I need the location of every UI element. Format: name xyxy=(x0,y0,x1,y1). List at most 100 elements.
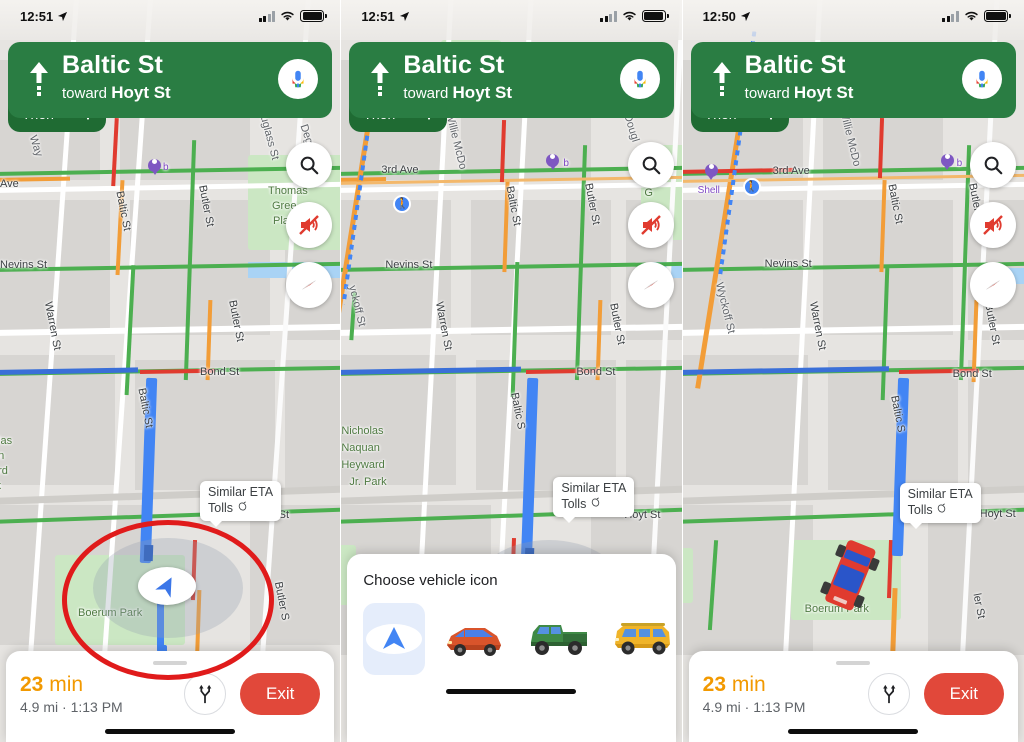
mute-button[interactable] xyxy=(969,202,1016,248)
wifi-icon xyxy=(281,11,295,21)
vehicle-option-arrow[interactable] xyxy=(363,603,426,675)
search-icon xyxy=(984,156,1003,175)
banner-street: Baltic St xyxy=(62,51,163,79)
assistant-mic-button[interactable] xyxy=(619,58,660,99)
toward-prefix: toward xyxy=(62,85,112,102)
mute-button[interactable] xyxy=(627,202,674,248)
straight-arrow-icon xyxy=(20,59,58,99)
banner-card[interactable]: Baltic St toward Hoyt St xyxy=(690,42,1016,118)
shell-poi-pin[interactable] xyxy=(704,160,718,180)
home-indicator xyxy=(446,689,577,694)
eta-detail: 4.9 mi · 1:13 PM xyxy=(20,699,123,715)
wifi-icon xyxy=(965,11,978,21)
status-time: 12:51 xyxy=(361,8,395,24)
vehicle-suv-icon xyxy=(615,623,671,655)
status-time: 12:51 xyxy=(20,8,54,24)
vehicle-options-list[interactable] xyxy=(363,603,671,675)
callout-line1: Similar ETA xyxy=(907,487,973,501)
trip-progress-sheet[interactable]: 23 min 4.9 mi · 1:13 PM Exit xyxy=(6,650,335,742)
banner-street: Baltic St xyxy=(744,51,846,79)
route-alternatives-icon xyxy=(199,684,212,704)
assistant-mic-icon xyxy=(976,70,988,87)
assistant-mic-icon xyxy=(292,70,304,87)
similar-eta-callout[interactable]: Similar ETA Tolls xyxy=(200,481,282,528)
toll-icon xyxy=(238,501,246,511)
banner-street: Baltic St xyxy=(403,51,505,79)
eta-unit: min xyxy=(731,672,766,696)
route-alternatives-button[interactable] xyxy=(867,672,910,715)
wifi-icon xyxy=(622,11,636,21)
similar-eta-callout[interactable]: Similar ETA Tolls xyxy=(899,483,981,530)
status-bar: 12:51 xyxy=(341,0,681,32)
eta-block: 23 min 4.9 mi · 1:13 PM xyxy=(20,673,184,715)
banner-toward: toward Hoyt St xyxy=(745,80,962,106)
navigation-banner[interactable]: Then Baltic St toward Hoyt St xyxy=(8,42,333,132)
vehicle-option-suv[interactable] xyxy=(609,603,677,675)
route-alternatives-icon xyxy=(882,684,895,704)
map-controls[interactable] xyxy=(286,142,333,308)
search-icon xyxy=(300,156,319,175)
vehicle-option-pickup[interactable] xyxy=(525,603,593,675)
trip-progress-sheet[interactable]: 23 min 4.9 mi · 1:13 PM Exit xyxy=(688,650,1018,742)
compass-icon xyxy=(644,280,658,290)
sheet-grabber[interactable] xyxy=(153,660,188,665)
cellular-signal-icon xyxy=(942,10,959,22)
search-button[interactable] xyxy=(286,142,333,188)
status-bar: 12:51 xyxy=(0,0,340,32)
compass-button[interactable] xyxy=(969,262,1016,308)
mute-button[interactable] xyxy=(286,202,333,248)
navigation-banner[interactable]: Then Baltic St toward Hoyt St xyxy=(349,42,674,132)
home-indicator xyxy=(788,729,919,734)
straight-arrow-icon xyxy=(703,59,741,99)
eta-detail: 4.9 mi · 1:13 PM xyxy=(702,699,806,715)
banner-toward: toward Hoyt St xyxy=(403,80,619,106)
battery-icon xyxy=(641,10,669,22)
panel-vehicle-picker: 3rd Ave Baltic St Butler St Nevins St Wa… xyxy=(341,0,683,742)
toward-street: Hoyt St xyxy=(793,83,854,102)
compass-button[interactable] xyxy=(286,262,333,308)
banner-text: Baltic St toward Hoyt St xyxy=(399,52,619,106)
callout-line2: Tolls xyxy=(907,502,933,517)
sheet-grabber[interactable] xyxy=(836,660,871,665)
eta-block: 23 min 4.9 mi · 1:13 PM xyxy=(703,673,868,715)
vehicle-picker-title: Choose vehicle icon xyxy=(363,572,498,589)
vehicle-picker-sheet[interactable]: Choose vehicle icon xyxy=(347,554,676,742)
exit-navigation-button[interactable]: Exit xyxy=(239,672,321,715)
map-poi-pin[interactable] xyxy=(940,150,954,170)
battery-icon xyxy=(300,10,328,22)
panel-car-icon-applied: 3rd Ave Shell Baltic St Butler St Nevins… xyxy=(682,0,1024,742)
assistant-mic-button[interactable] xyxy=(278,58,319,99)
search-button[interactable] xyxy=(969,142,1016,188)
status-time: 12:50 xyxy=(702,8,736,24)
toll-icon xyxy=(937,503,946,513)
banner-card[interactable]: Baltic St toward Hoyt St xyxy=(8,42,333,118)
compass-button[interactable] xyxy=(627,262,674,308)
map-controls[interactable] xyxy=(627,142,674,308)
cellular-signal-icon xyxy=(600,10,617,22)
map-poi-pin[interactable] xyxy=(148,155,161,175)
toward-prefix: toward xyxy=(403,85,453,102)
status-bar: 12:50 xyxy=(683,0,1024,32)
battery-icon xyxy=(983,10,1011,22)
vehicle-option-sedan[interactable] xyxy=(441,603,509,675)
route-alternatives-button[interactable] xyxy=(183,672,226,715)
banner-toward: toward Hoyt St xyxy=(62,80,278,106)
pedestrian-icon[interactable]: 🚶 xyxy=(742,178,761,196)
assistant-mic-icon xyxy=(634,70,646,87)
navigation-banner[interactable]: Then Baltic St toward Hoyt St xyxy=(690,42,1016,132)
banner-card[interactable]: Baltic St toward Hoyt St xyxy=(349,42,674,118)
exit-navigation-button[interactable]: Exit xyxy=(923,672,1004,715)
search-button[interactable] xyxy=(627,142,674,188)
assistant-mic-button[interactable] xyxy=(961,58,1002,99)
map-controls[interactable] xyxy=(969,142,1016,308)
location-puck xyxy=(138,567,196,605)
mute-icon xyxy=(983,215,1003,235)
callout-line2: Tolls xyxy=(208,500,234,515)
eta-minutes: 23 xyxy=(702,672,727,696)
location-arrow-icon xyxy=(740,11,750,21)
straight-arrow-icon xyxy=(361,59,399,99)
location-arrow-icon xyxy=(58,11,68,21)
search-icon xyxy=(642,156,661,175)
similar-eta-callout[interactable]: Similar ETA Tolls xyxy=(553,477,635,524)
map-poi-pin[interactable] xyxy=(546,150,560,170)
